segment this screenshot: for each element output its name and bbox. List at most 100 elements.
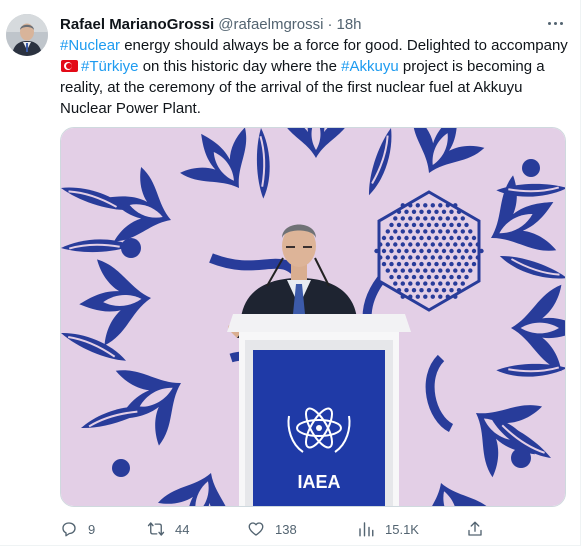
hexagon-dot [378, 255, 383, 260]
hexagon-dot [460, 255, 465, 260]
views-button[interactable]: 15.1K [357, 518, 419, 540]
hexagon-dot [453, 255, 458, 260]
hexagon-dot [411, 235, 417, 241]
hashtag-nuclear[interactable]: #Nuclear [60, 37, 120, 54]
more-options-button[interactable] [544, 14, 566, 32]
hexagon-dot [385, 268, 390, 273]
hexagon-dot [385, 255, 390, 260]
author-handle[interactable]: @rafaelmgrossi [218, 16, 323, 33]
hexagon-dot [381, 261, 387, 267]
hexagon-dot [423, 294, 428, 299]
hashtag-turkiye[interactable]: #Türkiye [81, 58, 139, 75]
hexagon-dot [415, 216, 420, 221]
hexagon-dot [475, 255, 480, 260]
hexagon-dot [441, 274, 447, 280]
hexagon-dot [408, 229, 413, 234]
tweet-text-segment: on this historic day where the [138, 58, 342, 75]
hexagon-dot [423, 255, 428, 260]
hexagon-dot [479, 248, 484, 254]
hexagon-dot [441, 248, 447, 254]
hexagon-dot [396, 248, 402, 254]
hexagon-dot [408, 255, 413, 260]
hexagon-dot [456, 209, 462, 214]
hexagon-dot [445, 203, 450, 208]
action-bar: 9 44 138 15.1K [60, 518, 490, 540]
hexagon-dot [438, 281, 443, 286]
hexagon-dot [445, 268, 450, 273]
hexagon-dot [438, 203, 443, 208]
hexagon-dot [445, 216, 450, 221]
analytics-icon [359, 522, 374, 537]
reply-button[interactable]: 9 [60, 518, 95, 540]
hexagon-dot [415, 229, 420, 234]
hexagon-dot [475, 242, 480, 247]
retweet-button[interactable]: 44 [147, 518, 189, 540]
hexagon-dot [426, 261, 432, 267]
tweet-text: #Nuclear energy should always be a force… [60, 35, 572, 119]
hexagon-dot [434, 248, 439, 254]
hexagon-dot [456, 261, 462, 267]
hexagon-dot [430, 242, 435, 247]
avatar[interactable] [6, 14, 48, 56]
hexagon-dot [419, 235, 424, 241]
hexagon-dot [453, 268, 458, 273]
hexagon-dot [419, 261, 424, 267]
author-display-name[interactable]: Rafael MarianoGrossi [60, 16, 214, 33]
tweet-timestamp[interactable]: 18h [336, 16, 361, 33]
hexagon-dot [441, 288, 447, 293]
tweet-photo[interactable]: IAEA [60, 127, 566, 507]
hexagon-dot [419, 288, 424, 293]
hexagon-dot [423, 203, 428, 208]
hexagon-dot [438, 229, 443, 234]
hexagon-dot [460, 268, 465, 273]
hexagon-dot [404, 274, 409, 280]
hexagon-dot [453, 242, 458, 247]
hexagon-dot [404, 235, 409, 241]
hexagon-dot [449, 235, 454, 241]
hexagon-dot [456, 248, 462, 254]
hexagon-dot [400, 255, 405, 260]
hexagon-dot [389, 248, 394, 254]
hexagon-dot [445, 229, 450, 234]
hexagon-dot [468, 268, 473, 273]
like-button[interactable]: 138 [247, 518, 297, 540]
hexagon-dot [419, 248, 424, 254]
hexagon-dot [411, 209, 417, 214]
hexagon-dot [434, 274, 439, 280]
hexagon-dot [404, 248, 409, 254]
hexagon-dot [453, 203, 458, 208]
hexagon-dot [396, 235, 402, 241]
hexagon-dot [400, 203, 405, 208]
reply-count: 9 [88, 521, 96, 537]
hexagon-dot [404, 288, 409, 293]
hexagon-dot [430, 229, 435, 234]
hexagon-dot [411, 274, 417, 280]
heart-icon [248, 522, 264, 536]
hexagon-dot [400, 281, 405, 286]
hexagon-dot [419, 222, 424, 228]
hexagon-dot [389, 261, 394, 267]
hexagon-dot [411, 261, 417, 267]
hexagon-dot [449, 261, 454, 267]
hexagon-dot [426, 274, 432, 280]
hexagon-dot [438, 255, 443, 260]
hexagon-dot [426, 209, 432, 214]
tweet-card[interactable]: Rafael MarianoGrossi @rafaelmgrossi · 18… [0, 0, 581, 546]
hexagon-dot [460, 229, 465, 234]
hashtag-akkuyu[interactable]: #Akkuyu [341, 58, 399, 75]
more-dot-icon [547, 21, 551, 25]
hexagon-dot [393, 255, 398, 260]
hexagon-dot [389, 222, 394, 228]
hexagon-dot [434, 222, 439, 228]
hexagon-dot [400, 229, 405, 234]
hexagon-dot [453, 229, 458, 234]
hexagon-dot [400, 294, 405, 299]
hexagon-dot [415, 255, 420, 260]
hexagon-dot [415, 268, 420, 273]
hexagon-dot [419, 209, 424, 214]
hexagon-dot [471, 261, 477, 267]
hexagon-dot [374, 248, 379, 254]
hexagon-dot [411, 222, 417, 228]
hexagon-dot [385, 229, 390, 234]
share-button[interactable] [466, 518, 484, 540]
